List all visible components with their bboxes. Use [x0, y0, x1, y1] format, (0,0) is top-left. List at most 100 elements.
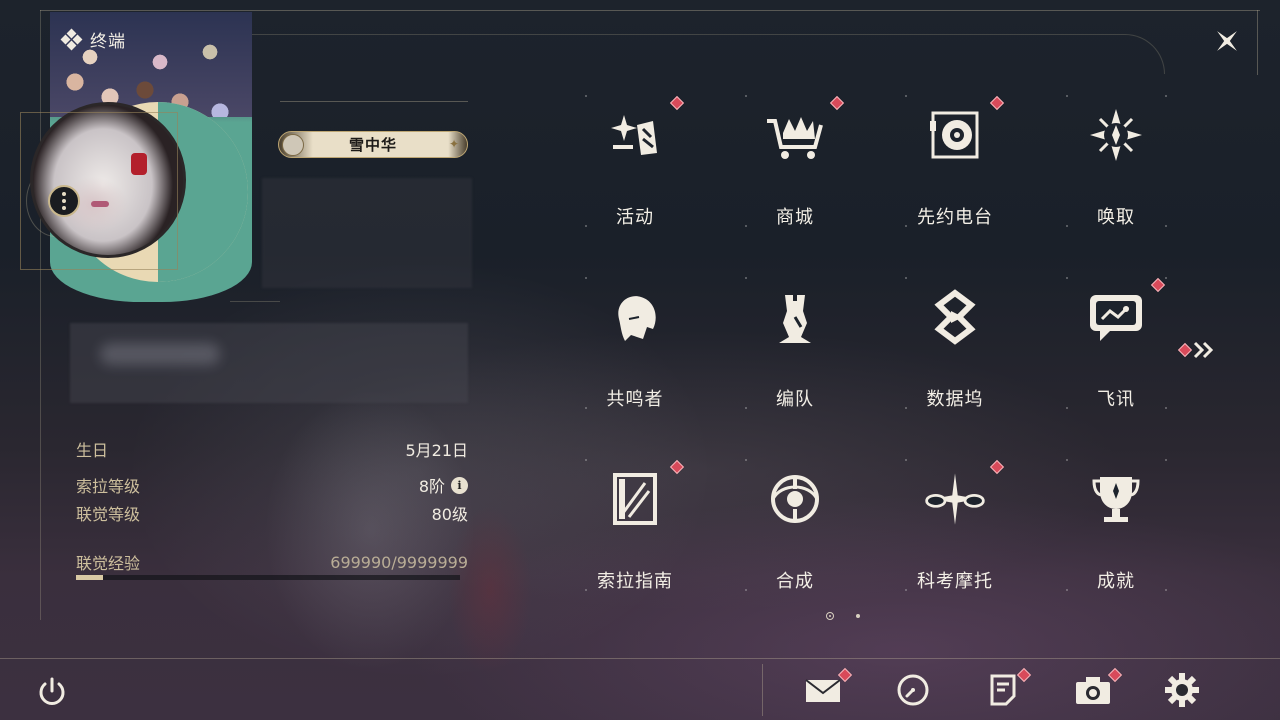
- menu-item-data-dock[interactable]: 数据坞: [880, 277, 1030, 427]
- stat-sola-level: 索拉等级 8阶 i: [76, 473, 468, 497]
- grid-dot: [1066, 407, 1068, 409]
- info-icon[interactable]: i: [451, 476, 468, 494]
- frame-line-top: [40, 10, 1260, 11]
- player-name: 雪中华: [348, 136, 397, 154]
- menu-item-label: 索拉指南: [597, 571, 673, 592]
- mail-button[interactable]: [801, 667, 853, 712]
- grid-dot: [585, 95, 587, 97]
- stat-union-exp: 联觉经验 699990/9999999: [76, 550, 468, 574]
- grid-dot: [1066, 589, 1068, 591]
- notification-badge: [669, 95, 685, 111]
- grid-dot: [1066, 95, 1068, 97]
- mini-avatar: [282, 134, 304, 156]
- grid-dot: [585, 277, 587, 279]
- grid-dot: [905, 459, 907, 461]
- grid-dot: [585, 225, 587, 227]
- power-icon: [39, 677, 65, 705]
- name-separator: [280, 101, 468, 102]
- camera-button[interactable]: [1071, 667, 1123, 712]
- title-text: 终端: [90, 32, 126, 52]
- notification-badge: [1016, 667, 1032, 683]
- turntable-icon: [923, 103, 987, 167]
- notice-button[interactable]: [981, 667, 1032, 712]
- close-button[interactable]: [1208, 22, 1246, 60]
- menu-item-chat-bubble[interactable]: 飞讯: [1041, 277, 1191, 427]
- blurred-signature: [70, 323, 468, 403]
- stat-label: 生日: [76, 441, 109, 460]
- menu-item-compass-star[interactable]: 唤取: [1041, 95, 1191, 245]
- grid-dot: [1165, 407, 1167, 409]
- avatar-frame: [20, 112, 178, 270]
- menu-item-label: 科考摩托: [917, 571, 993, 592]
- menu-item-chess-pieces[interactable]: 编队: [720, 277, 870, 427]
- grid-dot: [1165, 277, 1167, 279]
- menu-item-label: 商城: [776, 207, 814, 228]
- frame-line-right: [1257, 10, 1258, 75]
- menu-item-label: 飞讯: [1097, 389, 1135, 410]
- grid-dot: [1165, 589, 1167, 591]
- menu-item-label: 活动: [616, 207, 654, 228]
- motorbike-icon: [923, 467, 987, 531]
- menu-item-trophy[interactable]: 成就: [1041, 459, 1191, 609]
- notification-badge: [1177, 342, 1193, 358]
- grid-dot: [585, 459, 587, 461]
- grid-dot: [905, 95, 907, 97]
- grid-dot: [905, 589, 907, 591]
- grid-dot: [1165, 95, 1167, 97]
- bottom-bar-line: [0, 658, 1280, 659]
- grid-dot: [1066, 225, 1068, 227]
- notification-badge: [989, 459, 1005, 475]
- shopping-cart-icon: [763, 103, 827, 167]
- menu-item-synthesis[interactable]: 合成: [720, 459, 870, 609]
- close-icon: [1217, 31, 1237, 51]
- grid-dot: [585, 407, 587, 409]
- notification-badge: [989, 95, 1005, 111]
- card-bottom-line: [230, 301, 280, 302]
- power-button[interactable]: [30, 670, 74, 714]
- menu-item-turntable[interactable]: 先约电台: [880, 95, 1030, 245]
- exp-progress-bar: [76, 575, 460, 580]
- grid-dot: [745, 407, 747, 409]
- menu-item-label: 成就: [1097, 571, 1135, 592]
- menu-item-motorbike[interactable]: 科考摩托: [880, 459, 1030, 609]
- grid-dot: [745, 277, 747, 279]
- menu-item-guide-book[interactable]: 索拉指南: [560, 459, 710, 609]
- notice-icon: [990, 674, 1016, 706]
- notification-badge: [829, 95, 845, 111]
- settings-button[interactable]: [1160, 668, 1204, 712]
- dot: [62, 192, 66, 196]
- exp-progress-fill: [76, 575, 103, 580]
- grid-dot: [745, 95, 747, 97]
- grid-dot: [905, 277, 907, 279]
- next-page-button[interactable]: [1177, 340, 1216, 360]
- chess-pieces-icon: [763, 285, 827, 349]
- trophy-icon: [1084, 467, 1148, 531]
- camera-icon: [1076, 677, 1110, 704]
- grid-dot: [745, 589, 747, 591]
- clock-icon: [897, 674, 929, 706]
- bottom-bar-divider: [762, 664, 763, 716]
- page-dot[interactable]: [856, 614, 860, 618]
- more-options-button[interactable]: [48, 185, 80, 217]
- menu-item-label: 唤取: [1097, 207, 1135, 228]
- stat-value: 699990/9999999: [330, 552, 468, 572]
- menu-item-character-head[interactable]: 共鸣者: [560, 277, 710, 427]
- blurred-info: [262, 178, 472, 288]
- synthesis-icon: [763, 467, 827, 531]
- clock-button[interactable]: [891, 668, 935, 712]
- dot: [62, 199, 66, 203]
- sparkle-book-icon: [603, 103, 667, 167]
- menu-item-label: 先约电台: [917, 207, 993, 228]
- grid-dot: [1066, 459, 1068, 461]
- page-dot-active[interactable]: [826, 612, 834, 620]
- menu-item-label: 数据坞: [926, 389, 984, 410]
- menu-item-sparkle-book[interactable]: 活动: [560, 95, 710, 245]
- settings-gear-icon: [1165, 673, 1199, 707]
- grid-dot: [745, 459, 747, 461]
- guide-book-icon: [603, 467, 667, 531]
- stat-value: 80级: [431, 505, 468, 524]
- menu-item-shopping-cart[interactable]: 商城: [720, 95, 870, 245]
- grid-dot: [745, 225, 747, 227]
- grid-dot: [905, 407, 907, 409]
- frame-line-left: [40, 10, 41, 620]
